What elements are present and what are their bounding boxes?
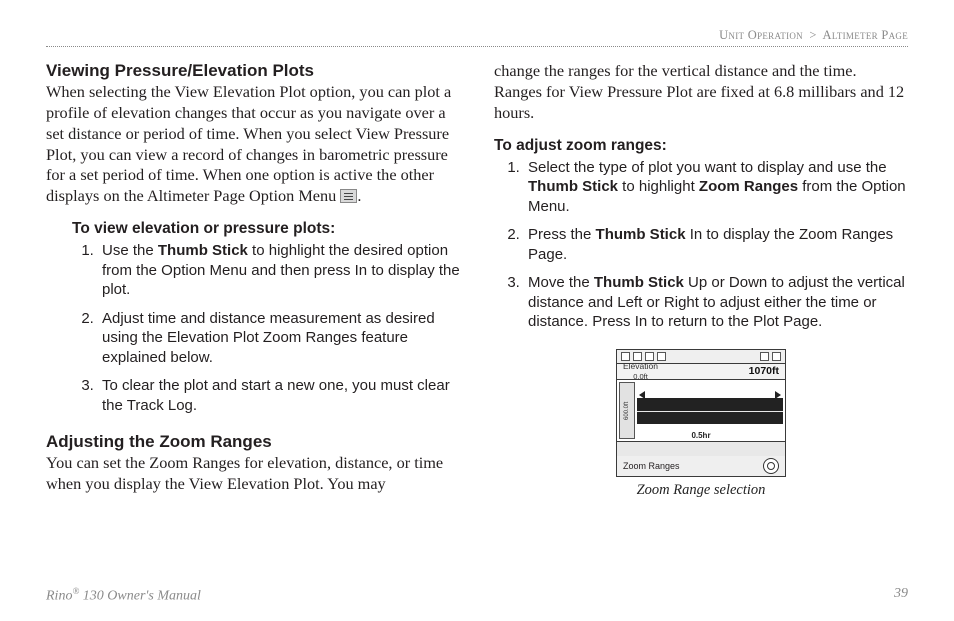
- step-adjust-2a: Press the: [528, 226, 596, 243]
- step-view-3: To clear the plot and start a new one, y…: [98, 376, 460, 415]
- step-view-1a: Use the: [102, 242, 158, 259]
- menu-icon: [340, 189, 357, 203]
- step-adjust-1c: to highlight: [618, 178, 699, 195]
- step-view-2: Adjust time and distance measurement as …: [98, 309, 460, 368]
- status-left-icons: [621, 352, 666, 361]
- step-adjust-1d: Zoom Ranges: [699, 178, 798, 195]
- footer-product: Rino® 130 Owner's Manual: [46, 586, 201, 605]
- device-elev-label: Elevation: [623, 361, 658, 371]
- gps-icon: [633, 352, 642, 361]
- step-view-1b: Thumb Stick: [158, 242, 248, 259]
- breadcrumb-sep: >: [809, 28, 816, 42]
- device-elev-block: Elevation 0.0ft: [623, 361, 658, 381]
- thumb-stick-icon: [763, 458, 779, 474]
- para-viewing-text: When selecting the View Elevation Plot o…: [46, 82, 451, 205]
- figure-zoom-range: Elevation 0.0ft 1070ft 600.0ft 0.5hr Zoo…: [494, 349, 908, 499]
- figure-caption: Zoom Range selection: [494, 482, 908, 499]
- left-column: Viewing Pressure/Elevation Plots When se…: [46, 61, 460, 499]
- clock-icon: [657, 352, 666, 361]
- step-adjust-1: Select the type of plot you want to disp…: [524, 158, 908, 217]
- status-right-icons: [760, 352, 781, 361]
- para-adjust-zoom: You can set the Zoom Ranges for elevatio…: [46, 453, 460, 495]
- device-elev-value: 1070ft: [749, 365, 779, 377]
- device-x-axis: 0.5hr: [617, 431, 785, 440]
- step-view-1: Use the Thumb Stick to highlight the des…: [98, 241, 460, 300]
- para-adjust-cont: change the ranges for the vertical dista…: [494, 61, 908, 124]
- para-viewing-end: .: [357, 186, 361, 205]
- header-rule: [46, 46, 908, 47]
- heading-to-adjust: To adjust zoom ranges:: [494, 137, 908, 155]
- step-adjust-1a: Select the type of plot you want to disp…: [528, 159, 887, 176]
- footer-page-number: 39: [894, 586, 908, 605]
- breadcrumb-page: Altimeter Page: [823, 28, 908, 42]
- steps-view: Use the Thumb Stick to highlight the des…: [46, 241, 460, 415]
- device-footer-label: Zoom Ranges: [623, 461, 680, 471]
- step-adjust-3b: Thumb Stick: [594, 274, 684, 291]
- breadcrumb: Unit Operation > Altimeter Page: [46, 28, 908, 43]
- signal-icon: [621, 352, 630, 361]
- footer-product-rest: 130 Owner's Manual: [79, 589, 201, 604]
- radio-icon: [645, 352, 654, 361]
- heading-viewing-plots: Viewing Pressure/Elevation Plots: [46, 61, 460, 81]
- step-adjust-2b: Thumb Stick: [596, 226, 686, 243]
- step-adjust-3: Move the Thumb Stick Up or Down to adjus…: [524, 273, 908, 332]
- breadcrumb-section: Unit Operation: [719, 28, 803, 42]
- step-adjust-1b: Thumb Stick: [528, 178, 618, 195]
- device-plot-area: 600.0ft 0.5hr: [617, 380, 785, 442]
- step-adjust-2: Press the Thumb Stick In to display the …: [524, 225, 908, 264]
- page-footer: Rino® 130 Owner's Manual 39: [46, 586, 908, 605]
- right-column: change the ranges for the vertical dista…: [494, 61, 908, 499]
- device-screenshot: Elevation 0.0ft 1070ft 600.0ft 0.5hr Zoo…: [616, 349, 786, 477]
- footer-product-name: Rino: [46, 589, 72, 604]
- battery-icon: [772, 352, 781, 361]
- device-plot-band: [637, 398, 783, 424]
- device-footer: Zoom Ranges: [617, 456, 785, 476]
- device-header: Elevation 0.0ft 1070ft: [617, 364, 785, 380]
- para-viewing-plots: When selecting the View Elevation Plot o…: [46, 82, 460, 207]
- heading-to-view: To view elevation or pressure plots:: [72, 220, 460, 238]
- content-columns: Viewing Pressure/Elevation Plots When se…: [46, 61, 908, 499]
- menu-small-icon: [760, 352, 769, 361]
- steps-adjust: Select the type of plot you want to disp…: [494, 158, 908, 332]
- heading-adjust-zoom: Adjusting the Zoom Ranges: [46, 432, 460, 452]
- step-adjust-3a: Move the: [528, 274, 594, 291]
